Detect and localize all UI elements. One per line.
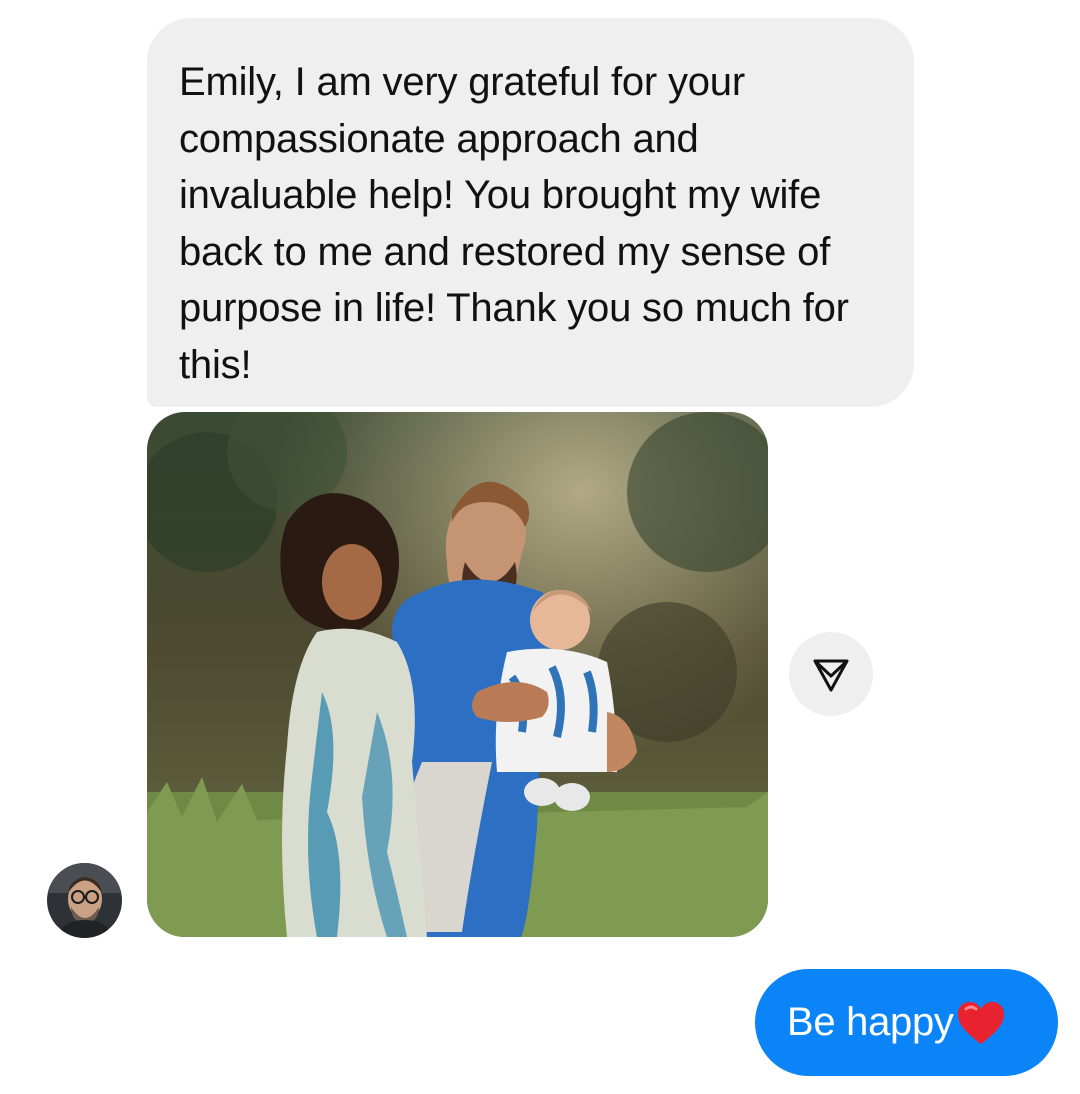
sender-avatar[interactable]	[47, 863, 122, 938]
family-photo-image	[147, 412, 768, 937]
outgoing-message-text: Be happy	[787, 1000, 954, 1044]
avatar-image	[47, 863, 122, 938]
incoming-message-bubble[interactable]: Emily, I am very grateful for your compa…	[147, 18, 914, 407]
heart-emoji-icon	[957, 1001, 1004, 1044]
paper-plane-icon	[813, 659, 849, 692]
outgoing-message-bubble[interactable]: Be happy	[755, 969, 1058, 1076]
shared-photo[interactable]	[147, 412, 768, 937]
incoming-message-text: Emily, I am very grateful for your compa…	[179, 60, 849, 387]
chat-thread: Emily, I am very grateful for your compa…	[0, 0, 1080, 1094]
share-button[interactable]	[789, 632, 873, 716]
